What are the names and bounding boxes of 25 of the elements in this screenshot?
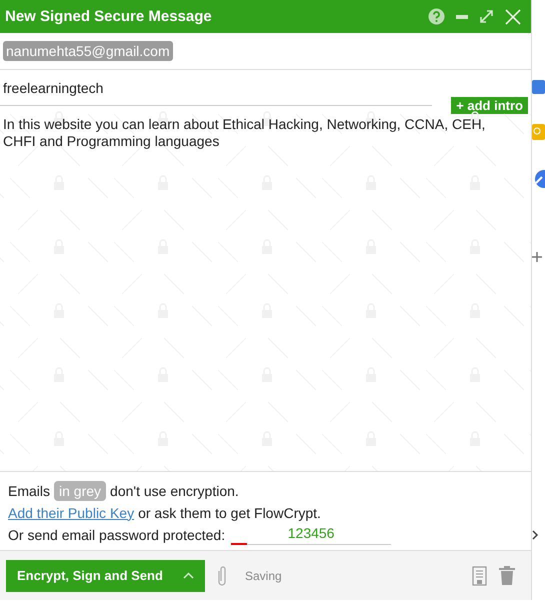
message-body[interactable]: In this website you can learn about Ethical Hacking, Networking, CCNA, CEH, CHFI and Programming languages <box>3 116 501 150</box>
chevron-right-icon[interactable] <box>532 530 539 540</box>
add-public-key-link[interactable]: Add their Public Key <box>8 504 134 520</box>
unencrypted-example-label: in grey <box>54 480 106 500</box>
minimize-icon[interactable] <box>456 14 468 19</box>
saving-status: Saving <box>245 568 282 582</box>
recipient-chip[interactable]: nanumehta55@gmail.com <box>3 41 173 61</box>
plus-icon[interactable] <box>532 252 542 262</box>
notice-text: don't use encryption. <box>110 482 239 498</box>
close-icon[interactable] <box>505 8 521 24</box>
calendar-icon[interactable] <box>532 80 545 94</box>
expand-icon[interactable] <box>479 9 494 24</box>
trash-icon[interactable] <box>499 566 515 585</box>
notice-text: Emails <box>8 482 50 498</box>
password-label: Or send email password protected: <box>8 526 226 542</box>
paperclip-icon[interactable] <box>217 564 227 586</box>
password-field[interactable]: 123456 <box>231 524 392 544</box>
caret-icon[interactable] <box>183 572 194 579</box>
bulb-icon[interactable] <box>532 124 545 140</box>
help-icon[interactable] <box>428 8 445 25</box>
notice-text: or ask them to get FlowCrypt. <box>138 504 321 520</box>
window-title: New Signed Secure Message <box>5 8 213 25</box>
document-icon[interactable] <box>472 566 487 586</box>
send-button[interactable]: Encrypt, Sign and Send <box>6 560 205 592</box>
subject-field[interactable]: freelearningtech <box>3 80 104 96</box>
